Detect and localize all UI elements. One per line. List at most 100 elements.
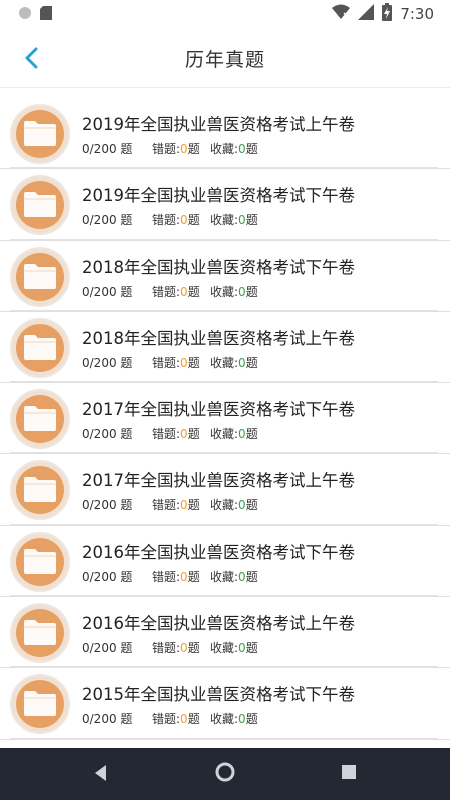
wrong-label: 错题: bbox=[152, 712, 181, 727]
divider bbox=[10, 523, 438, 525]
favorite-stat: 收藏:0题 bbox=[210, 639, 258, 656]
paper-title: 2017年全国执业兽医资格考试上午卷 bbox=[82, 471, 355, 491]
paper-title: 2015年全国执业兽医资格考试下午卷 bbox=[82, 685, 355, 705]
wrong-stat: 错题:0题 bbox=[152, 283, 210, 300]
paper-list-item[interactable]: 2017年全国执业兽医资格考试上午卷 0/200 题 错题:0题 收藏:0题 bbox=[0, 454, 450, 526]
sd-card-icon bbox=[40, 5, 52, 24]
wrong-unit: 题 bbox=[187, 355, 200, 370]
wrong-unit: 题 bbox=[187, 641, 200, 656]
battery-charging-icon bbox=[382, 3, 393, 25]
paper-title: 2017年全国执业兽医资格考试下午卷 bbox=[82, 400, 355, 420]
wrong-label: 错题: bbox=[152, 355, 181, 370]
progress-count: 0/200 题 bbox=[82, 641, 133, 656]
folder-avatar bbox=[10, 175, 70, 236]
favorite-stat: 收藏:0题 bbox=[210, 710, 258, 727]
wrong-unit: 题 bbox=[187, 712, 200, 727]
wrong-count: 0 bbox=[180, 142, 188, 156]
favorite-count: 0 bbox=[238, 569, 246, 584]
paper-stats: 0/200 题 错题:0题 收藏:0题 bbox=[82, 496, 258, 513]
favorite-count: 0 bbox=[238, 142, 246, 156]
favorite-unit: 题 bbox=[245, 284, 258, 299]
progress-count: 0/200 题 bbox=[82, 355, 133, 370]
wrong-count: 0 bbox=[180, 355, 188, 370]
paper-list-item[interactable]: 2018年全国执业兽医资格考试下午卷 0/200 题 错题:0题 收藏:0题 bbox=[0, 241, 450, 312]
progress-count: 0/200 题 bbox=[82, 213, 133, 228]
favorite-stat: 收藏:0题 bbox=[210, 283, 258, 300]
wrong-count: 0 bbox=[180, 712, 188, 727]
paper-title: 2019年全国执业兽医资格考试上午卷 bbox=[82, 115, 355, 134]
nav-recents-button[interactable] bbox=[341, 764, 357, 784]
nav-home-button[interactable] bbox=[214, 761, 236, 787]
favorite-count: 0 bbox=[238, 712, 246, 727]
progress-count: 0/200 题 bbox=[82, 712, 133, 727]
paper-stats: 0/200 题 错题:0题 收藏:0题 bbox=[82, 140, 258, 157]
favorite-count: 0 bbox=[238, 427, 246, 442]
divider bbox=[10, 595, 438, 597]
paper-list-item[interactable]: 2015年全国执业兽医资格考试下午卷 0/200 题 错题:0题 收藏:0题 bbox=[0, 668, 450, 740]
favorite-stat: 收藏:0题 bbox=[210, 140, 258, 157]
wrong-stat: 错题:0题 bbox=[152, 140, 210, 157]
paper-list-item[interactable]: 2018年全国执业兽医资格考试上午卷 0/200 题 错题:0题 收藏:0题 bbox=[0, 312, 450, 384]
folder-avatar bbox=[10, 674, 70, 735]
wrong-label: 错题: bbox=[152, 569, 181, 584]
favorite-count: 0 bbox=[238, 355, 246, 370]
wrong-stat: 错题:0题 bbox=[152, 211, 210, 228]
favorite-stat: 收藏:0题 bbox=[210, 568, 258, 585]
favorite-unit: 题 bbox=[245, 641, 258, 656]
paper-stats: 0/200 题 错题:0题 收藏:0题 bbox=[82, 211, 258, 228]
favorite-label: 收藏: bbox=[210, 427, 239, 442]
favorite-count: 0 bbox=[238, 641, 246, 656]
paper-list: 2019年全国执业兽医资格考试上午卷 0/200 题 错题:0题 收藏:0题 2… bbox=[0, 98, 450, 740]
progress-count: 0/200 题 bbox=[82, 142, 133, 156]
paper-list-item[interactable]: 2019年全国执业兽医资格考试上午卷 0/200 题 错题:0题 收藏:0题 bbox=[0, 98, 450, 170]
nav-back-button[interactable] bbox=[92, 762, 108, 788]
square-recents-icon bbox=[341, 765, 357, 784]
favorite-label: 收藏: bbox=[210, 498, 239, 513]
wrong-count: 0 bbox=[180, 213, 188, 228]
triangle-back-icon bbox=[92, 765, 108, 788]
folder-avatar bbox=[10, 246, 70, 307]
favorite-label: 收藏: bbox=[210, 284, 239, 299]
wrong-stat: 错题:0题 bbox=[152, 639, 210, 656]
paper-stats: 0/200 题 错题:0题 收藏:0题 bbox=[82, 710, 258, 727]
favorite-label: 收藏: bbox=[210, 355, 239, 370]
folder-avatar bbox=[10, 389, 70, 450]
paper-list-item[interactable]: 2016年全国执业兽医资格考试下午卷 0/200 题 错题:0题 收藏:0题 bbox=[0, 526, 450, 598]
wrong-count: 0 bbox=[180, 569, 188, 584]
paper-list-item[interactable]: 2019年全国执业兽医资格考试下午卷 0/200 题 错题:0题 收藏:0题 bbox=[0, 169, 450, 241]
wrong-label: 错题: bbox=[152, 498, 181, 513]
wrong-count: 0 bbox=[180, 284, 188, 299]
wrong-label: 错题: bbox=[152, 284, 181, 299]
folder-avatar bbox=[10, 531, 70, 592]
signal-icon bbox=[358, 4, 375, 24]
paper-stats: 0/200 题 错题:0题 收藏:0题 bbox=[82, 639, 258, 656]
favorite-unit: 题 bbox=[245, 498, 258, 513]
favorite-unit: 题 bbox=[245, 355, 258, 370]
folder-avatar bbox=[10, 460, 70, 521]
favorite-unit: 题 bbox=[245, 142, 258, 156]
wrong-stat: 错题:0题 bbox=[152, 354, 210, 371]
divider bbox=[10, 666, 438, 668]
folder-avatar bbox=[10, 104, 70, 164]
favorite-unit: 题 bbox=[245, 213, 258, 228]
paper-stats: 0/200 题 错题:0题 收藏:0题 bbox=[82, 283, 258, 300]
wrong-unit: 题 bbox=[187, 498, 200, 513]
paper-stats: 0/200 题 错题:0题 收藏:0题 bbox=[82, 568, 258, 585]
favorite-count: 0 bbox=[238, 213, 246, 228]
favorite-stat: 收藏:0题 bbox=[210, 425, 258, 442]
favorite-count: 0 bbox=[238, 284, 246, 299]
wrong-label: 错题: bbox=[152, 641, 181, 656]
wrong-count: 0 bbox=[180, 498, 188, 513]
circle-icon bbox=[18, 5, 32, 24]
wifi-icon bbox=[332, 4, 351, 24]
page-title: 历年真题 bbox=[184, 49, 265, 71]
paper-title: 2018年全国执业兽医资格考试下午卷 bbox=[82, 257, 355, 277]
favorite-unit: 题 bbox=[245, 712, 258, 727]
circle-home-icon bbox=[214, 762, 236, 787]
favorite-stat: 收藏:0题 bbox=[210, 354, 258, 371]
wrong-unit: 题 bbox=[187, 284, 200, 299]
paper-list-item[interactable]: 2017年全国执业兽医资格考试下午卷 0/200 题 错题:0题 收藏:0题 bbox=[0, 383, 450, 455]
wrong-unit: 题 bbox=[187, 142, 200, 156]
paper-list-item[interactable]: 2016年全国执业兽医资格考试上午卷 0/200 题 错题:0题 收藏:0题 bbox=[0, 597, 450, 669]
progress-count: 0/200 题 bbox=[82, 498, 133, 513]
